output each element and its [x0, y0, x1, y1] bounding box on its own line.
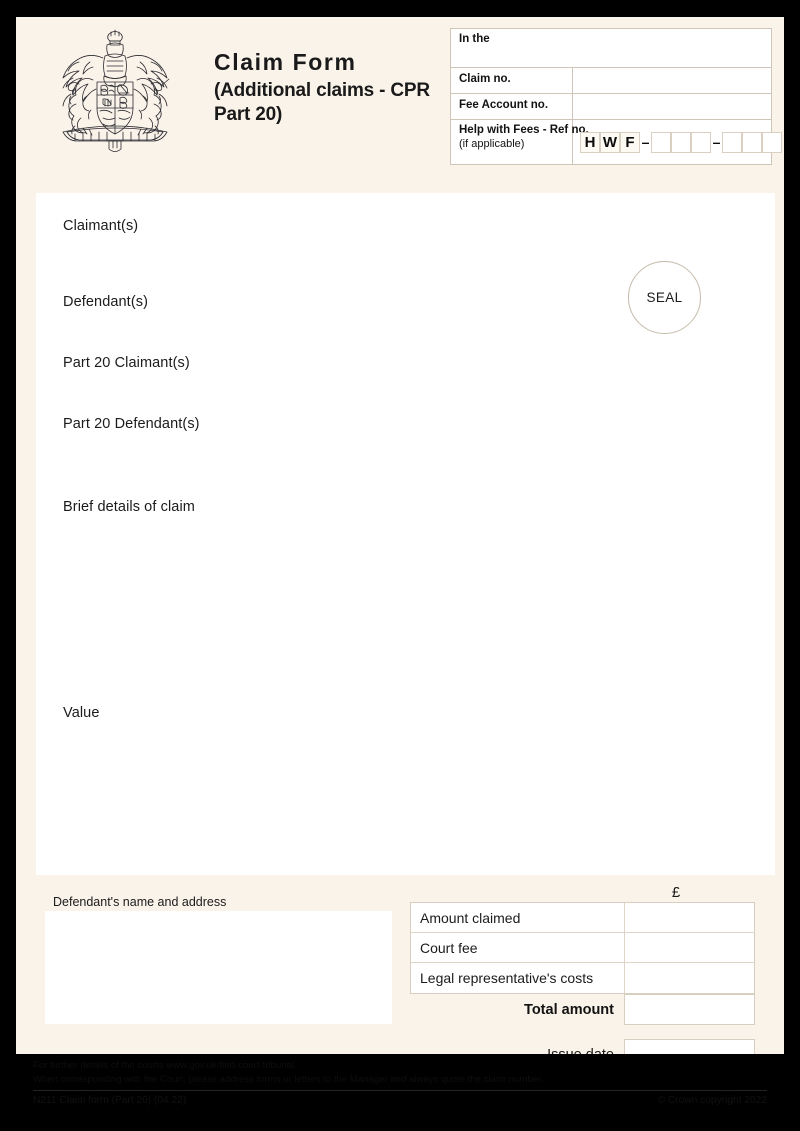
claim-no-label: Claim no.	[451, 68, 573, 93]
form-lower-section: Defendant's name and address £ Amount cl…	[16, 879, 784, 1070]
table-row: Amount claimed	[411, 903, 754, 933]
legal-representative-costs-label: Legal representative's costs	[411, 963, 625, 993]
help-with-fees-row: Help with Fees - Ref no. (if applicable)…	[451, 120, 782, 164]
form-header: Claim Form (Additional claims - CPR Part…	[16, 17, 784, 183]
form-title-block: Claim Form (Additional claims - CPR Part…	[214, 49, 444, 127]
royal-coat-of-arms-icon	[35, 28, 195, 156]
hwf-letter-w: W	[600, 131, 620, 153]
page-title: Claim Form	[214, 49, 357, 75]
footer-note-line-1: For further details of the courts www.go…	[33, 1060, 297, 1071]
hwf-letter-h: H	[580, 131, 600, 153]
hwf-digit-1[interactable]	[651, 131, 671, 153]
help-with-fees-note: (if applicable)	[459, 137, 525, 150]
amount-claimed-label: Amount claimed	[411, 903, 625, 932]
defendants-label: Defendant(s)	[63, 294, 149, 310]
hwf-dash-1: –	[641, 134, 650, 150]
part20-claimants-label: Part 20 Claimant(s)	[63, 355, 190, 371]
footer-divider	[33, 1090, 767, 1091]
amounts-table: Amount claimed Court fee Legal represent…	[410, 902, 755, 994]
legal-representative-costs-input[interactable]	[625, 963, 754, 993]
hwf-digit-3[interactable]	[691, 131, 711, 153]
total-amount-input[interactable]	[624, 994, 755, 1025]
claim-no-input[interactable]	[573, 68, 771, 93]
total-amount-row: Total amount	[410, 994, 755, 1025]
hwf-letter-f: F	[620, 131, 640, 153]
form-footer: For further details of the courts www.go…	[16, 1054, 784, 1115]
defendant-address-input[interactable]	[45, 911, 392, 1024]
fee-account-no-label: Fee Account no.	[451, 94, 573, 119]
defendant-address-label: Defendant's name and address	[53, 895, 227, 909]
hwf-digit-4[interactable]	[722, 131, 742, 153]
part20-defendants-label: Part 20 Defendant(s)	[63, 416, 200, 432]
help-with-fees-label-text: Help with Fees - Ref no.	[459, 124, 589, 136]
copyright-notice: © Crown copyright 2022	[657, 1095, 767, 1106]
hwf-digit-5[interactable]	[742, 131, 762, 153]
help-with-fees-ref-field[interactable]: H W F – –	[573, 120, 782, 164]
hwf-box-group: H W F – –	[573, 120, 782, 164]
seal-stamp: SEAL	[628, 261, 701, 334]
claim-no-row: Claim no.	[451, 68, 771, 94]
brief-details-label: Brief details of claim	[63, 499, 195, 515]
court-fee-label: Court fee	[411, 933, 625, 962]
help-with-fees-label: Help with Fees - Ref no. (if applicable)	[451, 120, 589, 164]
table-row: Legal representative's costs	[411, 963, 754, 993]
footer-guidance-note: For further details of the courts www.go…	[33, 1059, 767, 1086]
form-code: N211 Claim form (Part 20) (04.22)	[33, 1095, 187, 1106]
hwf-dash-2: –	[712, 134, 721, 150]
fee-account-no-row: Fee Account no.	[451, 94, 771, 120]
claimants-label: Claimant(s)	[63, 218, 139, 234]
currency-symbol: £	[671, 884, 681, 901]
total-amount-label: Total amount	[524, 1001, 614, 1018]
hwf-digit-2[interactable]	[671, 131, 691, 153]
value-label: Value	[63, 705, 100, 721]
footer-note-line-2: When corresponding with the Court, pleas…	[33, 1073, 544, 1085]
hwf-digit-6[interactable]	[762, 131, 782, 153]
form-body: Claimant(s) Defendant(s) Part 20 Claiman…	[36, 193, 775, 875]
table-row: Court fee	[411, 933, 754, 963]
in-the-row: In the	[451, 29, 771, 68]
amount-claimed-input[interactable]	[625, 903, 754, 932]
page-subtitle: (Additional claims - CPR Part 20)	[214, 79, 430, 125]
form-page: Claim Form (Additional claims - CPR Part…	[16, 17, 784, 1115]
in-the-label: In the	[459, 33, 490, 45]
fee-account-no-input[interactable]	[573, 94, 771, 119]
header-reference-table: In the Claim no. Fee Account no. Help wi…	[450, 28, 782, 165]
court-fee-input[interactable]	[625, 933, 754, 962]
